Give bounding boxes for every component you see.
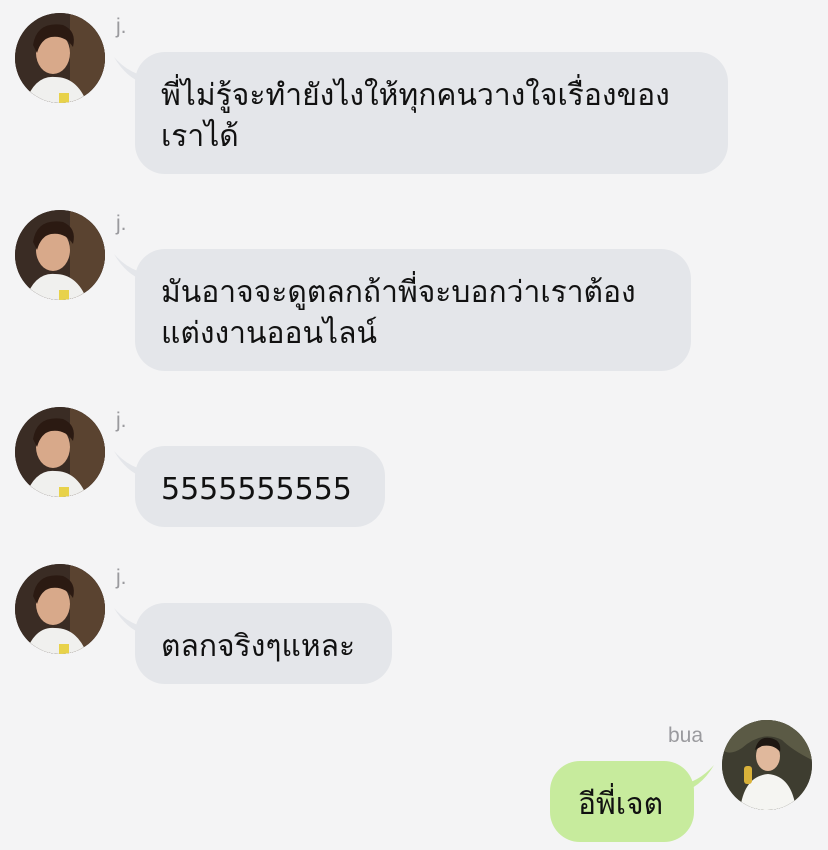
avatar-j[interactable] [15, 210, 105, 300]
avatar-j[interactable] [15, 407, 105, 497]
avatar-bua[interactable] [722, 720, 812, 810]
message-text-line: เราได้ [161, 119, 239, 154]
message-bubble[interactable]: 5555555555 [135, 446, 385, 527]
sender-name: j. [116, 15, 127, 38]
message-text-line: 5555555555 [161, 472, 352, 507]
sender-name: j. [116, 212, 127, 235]
person-avatar-icon [15, 13, 105, 103]
person-avatar-icon [722, 720, 812, 810]
person-avatar-icon [15, 407, 105, 497]
message-bubble[interactable]: มันอาจจะดูตลกถ้าพี่จะบอกว่าเราต้อง แต่งง… [135, 249, 691, 371]
message-text-line: ตลกจริงๆแหละ [161, 629, 356, 664]
avatar-j[interactable] [15, 13, 105, 103]
person-avatar-icon [15, 210, 105, 300]
avatar-j[interactable] [15, 564, 105, 654]
person-avatar-icon [15, 564, 105, 654]
message-text-line: พี่ไม่รู้จะทำยังไงให้ทุกคนวางใจเรื่องของ [161, 78, 670, 113]
message-text-line: อีพี่เจต [578, 787, 664, 822]
message-text-line: แต่งงานออนไลน์ [161, 316, 377, 351]
sender-name: j. [116, 409, 127, 432]
sender-name: bua [668, 724, 704, 747]
message-bubble[interactable]: อีพี่เจต [550, 761, 694, 842]
message-bubble[interactable]: พี่ไม่รู้จะทำยังไงให้ทุกคนวางใจเรื่องของ… [135, 52, 728, 174]
sender-name: j. [116, 566, 127, 589]
message-text-line: มันอาจจะดูตลกถ้าพี่จะบอกว่าเราต้อง [161, 275, 636, 310]
message-bubble[interactable]: ตลกจริงๆแหละ [135, 603, 392, 684]
